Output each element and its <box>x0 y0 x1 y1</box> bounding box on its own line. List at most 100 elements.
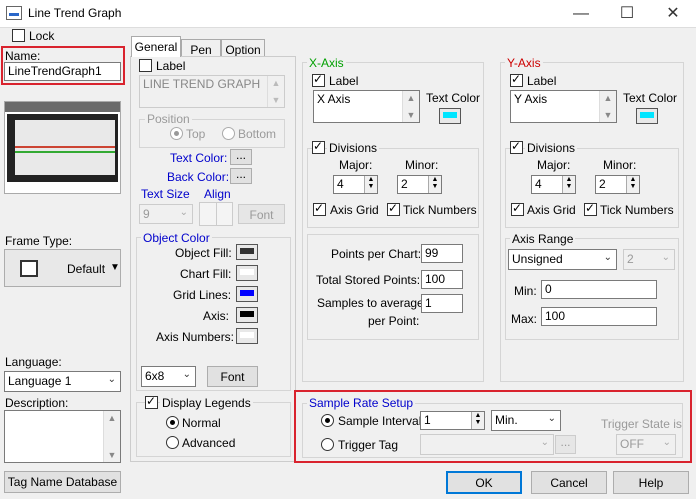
help-button[interactable]: Help <box>613 471 689 494</box>
lock-checkbox[interactable] <box>12 29 25 42</box>
text-size-select[interactable]: 9 ⌄ <box>139 204 193 224</box>
total-stored-input[interactable]: 100 <box>421 270 463 289</box>
general-label-textarea[interactable]: LINE TREND GRAPH ▲ ▼ <box>139 75 285 108</box>
align-button[interactable] <box>199 202 233 226</box>
text-size-label: Text Size <box>141 187 190 201</box>
legends-advanced-label: Advanced <box>182 436 236 450</box>
legends-normal-radio[interactable] <box>166 416 179 429</box>
axis-font-button[interactable]: Font <box>207 366 258 387</box>
display-legends-checkbox[interactable] <box>145 394 158 409</box>
description-scrollbar[interactable]: ▲ ▼ <box>103 411 120 462</box>
x-text-color-swatch[interactable] <box>439 108 461 124</box>
samples-avg-label-1: Samples to average <box>317 296 424 310</box>
object-color-title: Object Color <box>141 231 212 245</box>
sample-interval-stepper[interactable]: 1 ▲ ▼ <box>420 411 485 430</box>
axis-numbers-swatch[interactable] <box>236 328 258 344</box>
position-bottom-radio[interactable] <box>222 127 235 140</box>
y-tick-numbers-checkbox[interactable] <box>584 201 597 216</box>
range-extra-select[interactable]: 2 ⌄ <box>623 249 675 270</box>
lock-label: Lock <box>29 29 55 43</box>
samples-avg-input[interactable]: 1 <box>421 294 463 313</box>
chevron-down-icon: ⌄ <box>179 207 188 218</box>
y-minor-stepper[interactable]: 2 ▲ ▼ <box>595 175 640 194</box>
trigger-tag-browse-button[interactable]: ... <box>555 435 576 454</box>
y-label-scrollbar[interactable]: ▲ ▼ <box>599 91 616 122</box>
y-axis-grid-checkbox[interactable] <box>511 201 524 216</box>
grid-lines-swatch[interactable] <box>236 286 258 302</box>
samples-avg-label-2: per Point: <box>368 314 420 328</box>
language-select[interactable]: Language 1 ⌄ <box>4 371 121 392</box>
x-tick-numbers-label: Tick Numbers <box>403 203 477 217</box>
chart-fill-swatch[interactable] <box>236 265 258 281</box>
tag-name-database-button[interactable]: Tag Name Database <box>4 471 121 493</box>
scroll-down-icon[interactable]: ▼ <box>600 110 616 120</box>
x-minor-spin[interactable]: ▲ ▼ <box>428 176 441 193</box>
frame-type-label: Frame Type: <box>5 234 73 248</box>
x-major-stepper[interactable]: 4 ▲ ▼ <box>333 175 378 194</box>
scroll-up-icon[interactable]: ▲ <box>403 93 419 103</box>
close-button[interactable]: ✕ <box>650 0 696 28</box>
trigger-state-label: Trigger State is <box>601 417 682 431</box>
y-major-label: Major: <box>537 158 571 172</box>
max-input[interactable]: 100 <box>541 307 657 326</box>
axis-font-size-select[interactable]: 6x8 ⌄ <box>141 366 196 387</box>
scroll-up-icon[interactable]: ▲ <box>104 413 120 423</box>
maximize-button[interactable]: ☐ <box>604 0 650 28</box>
y-axis-grid-label: Axis Grid <box>527 203 576 217</box>
y-label-checkbox[interactable] <box>510 72 523 87</box>
y-label-textarea[interactable]: Y Axis ▲ ▼ <box>510 90 617 123</box>
position-top-radio[interactable] <box>170 127 183 140</box>
text-color-button[interactable]: ... <box>230 149 252 165</box>
y-major-spin[interactable]: ▲ ▼ <box>562 176 575 193</box>
tab-general[interactable]: General <box>131 36 181 57</box>
y-text-color-swatch[interactable] <box>636 108 658 124</box>
trigger-tag-radio[interactable] <box>321 438 334 451</box>
min-input[interactable]: 0 <box>541 280 657 299</box>
y-divisions-label: Divisions <box>525 141 578 155</box>
trigger-tag-select[interactable]: ⌄ <box>420 434 554 455</box>
x-minor-stepper[interactable]: 2 ▲ ▼ <box>397 175 442 194</box>
general-label-scrollbar[interactable]: ▲ ▼ <box>267 76 284 107</box>
range-type-select[interactable]: Unsigned ⌄ <box>508 249 617 270</box>
scroll-up-icon[interactable]: ▲ <box>600 93 616 103</box>
general-label-checkbox[interactable] <box>139 59 152 72</box>
scroll-down-icon[interactable]: ▼ <box>104 450 120 460</box>
points-per-chart-input[interactable]: 99 <box>421 244 463 263</box>
title-bar: Line Trend Graph — ☐ ✕ <box>0 0 696 28</box>
sample-interval-spin[interactable]: ▲ ▼ <box>471 412 484 429</box>
sample-interval-radio[interactable] <box>321 414 334 427</box>
y-divisions-checkbox[interactable] <box>510 139 523 154</box>
grid-lines-label: Grid Lines: <box>173 288 232 302</box>
axis-swatch[interactable] <box>236 307 258 323</box>
ok-button[interactable]: OK <box>446 471 522 494</box>
scroll-up-icon[interactable]: ▲ <box>268 78 284 88</box>
description-textarea[interactable]: ▲ ▼ <box>4 410 121 463</box>
interval-unit-select[interactable]: Min. ⌄ <box>491 410 561 431</box>
scroll-down-icon[interactable]: ▼ <box>403 110 419 120</box>
x-minor-value: 2 <box>401 177 408 191</box>
x-divisions-checkbox[interactable] <box>312 139 325 154</box>
cancel-button[interactable]: Cancel <box>531 471 607 494</box>
legends-advanced-radio[interactable] <box>166 436 179 449</box>
trigger-state-select[interactable]: OFF ⌄ <box>616 434 676 455</box>
x-tick-numbers-checkbox[interactable] <box>387 201 400 216</box>
x-label-checkbox[interactable] <box>312 72 325 87</box>
object-fill-swatch[interactable] <box>236 244 258 260</box>
scroll-down-icon[interactable]: ▼ <box>268 95 284 105</box>
x-axis-grid-checkbox[interactable] <box>313 201 326 216</box>
tab-pen[interactable]: Pen <box>181 39 221 57</box>
chevron-down-icon: ⌄ <box>603 252 612 263</box>
x-major-spin[interactable]: ▲ ▼ <box>364 176 377 193</box>
frame-type-button[interactable]: Default ▼ <box>4 249 121 287</box>
y-major-stepper[interactable]: 4 ▲ ▼ <box>531 175 576 194</box>
back-color-button[interactable]: ... <box>230 168 252 184</box>
name-input[interactable]: LineTrendGraph1 <box>4 62 121 81</box>
sample-interval-value: 1 <box>424 413 431 427</box>
general-font-button[interactable]: Font <box>238 204 285 224</box>
legends-normal-label: Normal <box>182 416 221 430</box>
tab-option[interactable]: Option <box>221 39 265 57</box>
minimize-button[interactable]: — <box>558 0 604 28</box>
x-label-scrollbar[interactable]: ▲ ▼ <box>402 91 419 122</box>
x-label-textarea[interactable]: X Axis ▲ ▼ <box>313 90 420 123</box>
y-minor-spin[interactable]: ▲ ▼ <box>626 176 639 193</box>
